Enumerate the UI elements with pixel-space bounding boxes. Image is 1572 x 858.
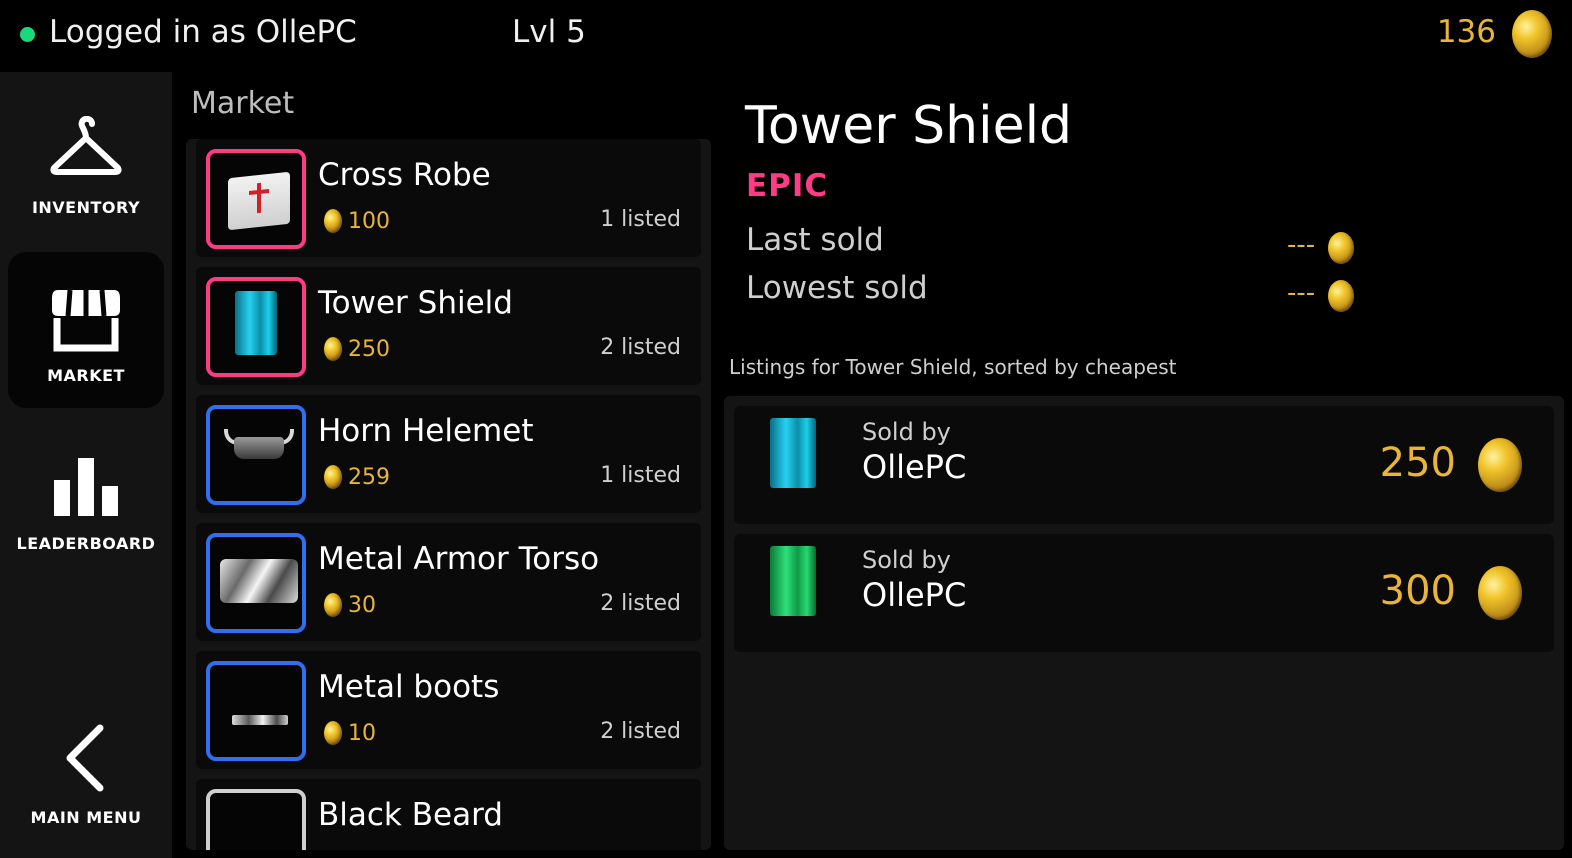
helmet-image xyxy=(224,429,294,459)
top-bar: Logged in as OllePC Lvl 5 136 xyxy=(0,0,1572,72)
item-name: Metal boots xyxy=(318,669,500,705)
listing-price: 250 xyxy=(1379,440,1456,486)
item-thumbnail xyxy=(206,661,306,761)
item-thumbnail xyxy=(206,789,306,850)
gold-coin-icon xyxy=(1478,566,1522,620)
nav-market-label: MARKET xyxy=(47,366,125,385)
selected-item-title: Tower Shield xyxy=(745,96,1073,156)
chevron-left-icon xyxy=(66,724,104,792)
item-name: Black Beard xyxy=(318,797,503,833)
item-price: 10 xyxy=(348,721,376,746)
gold-coin-icon xyxy=(324,593,342,617)
nav-market[interactable]: MARKET xyxy=(8,252,164,408)
item-listed-count: 2 listed xyxy=(600,335,681,360)
market-item-metal-boots[interactable]: Metal boots 10 2 listed xyxy=(196,651,701,769)
listing-price: 300 xyxy=(1379,568,1456,614)
market-item-black-beard[interactable]: Black Beard xyxy=(196,779,701,850)
item-price: 100 xyxy=(348,209,390,234)
gold-coin-icon xyxy=(324,337,342,361)
boots-image xyxy=(232,715,288,725)
sold-by-label: Sold by xyxy=(862,418,951,446)
sold-by-label: Sold by xyxy=(862,546,951,574)
item-listed-count: 2 listed xyxy=(600,591,681,616)
listing-row[interactable]: Sold by OllePC 300 xyxy=(734,534,1554,652)
item-thumbnail xyxy=(206,277,306,377)
seller-name: OllePC xyxy=(862,448,967,486)
gold-coin-icon xyxy=(1512,10,1552,58)
seller-name: OllePC xyxy=(862,576,967,614)
market-item-horn-helmet[interactable]: Horn Helemet 259 1 listed xyxy=(196,395,701,513)
online-status-icon xyxy=(20,27,35,42)
last-sold-value: --- xyxy=(1287,230,1316,260)
market-item-cross-robe[interactable]: Cross Robe 100 1 listed xyxy=(196,139,701,257)
nav-inventory[interactable]: INVENTORY xyxy=(8,84,164,240)
login-status-text: Logged in as OllePC xyxy=(49,14,357,50)
gold-balance: 136 xyxy=(1436,14,1496,50)
storefront-icon xyxy=(52,289,120,352)
market-item-tower-shield[interactable]: Tower Shield 250 2 listed xyxy=(196,267,701,385)
item-thumbnail xyxy=(206,405,306,505)
item-listed-count: 2 listed xyxy=(600,719,681,744)
lowest-sold-value: --- xyxy=(1287,278,1316,308)
torso-armor-image xyxy=(220,559,298,603)
gold-coin-icon xyxy=(1328,280,1354,312)
gold-coin-icon xyxy=(324,465,342,489)
gold-coin-icon xyxy=(1328,232,1354,264)
robe-image xyxy=(228,171,290,231)
item-name: Tower Shield xyxy=(318,285,513,321)
shield-image xyxy=(770,418,816,488)
listings-panel: Sold by OllePC 250 Sold by OllePC 300 xyxy=(724,396,1564,850)
market-heading: Market xyxy=(191,86,295,121)
nav-main-menu-label: MAIN MENU xyxy=(30,808,142,827)
shield-image xyxy=(235,291,277,355)
item-name: Horn Helemet xyxy=(318,413,534,449)
item-listed-count: 1 listed xyxy=(600,463,681,488)
listings-caption: Listings for Tower Shield, sorted by che… xyxy=(729,355,1177,379)
item-thumbnail xyxy=(206,149,306,249)
lowest-sold-label: Lowest sold xyxy=(746,270,928,306)
gold-coin-icon xyxy=(324,721,342,745)
bar-chart-icon xyxy=(54,458,118,516)
listing-row[interactable]: Sold by OllePC 250 xyxy=(734,406,1554,524)
item-listed-count: 1 listed xyxy=(600,207,681,232)
item-name: Metal Armor Torso xyxy=(318,541,600,577)
nav-leaderboard-label: LEADERBOARD xyxy=(16,534,156,553)
last-sold-label: Last sold xyxy=(746,222,884,258)
hanger-icon xyxy=(50,116,122,175)
item-price: 250 xyxy=(348,337,390,362)
shield-image xyxy=(770,546,816,616)
market-item-list[interactable]: Cross Robe 100 1 listed Tower Shield 250… xyxy=(186,139,711,850)
item-name: Cross Robe xyxy=(318,157,491,193)
market-item-metal-armor-torso[interactable]: Metal Armor Torso 30 2 listed xyxy=(196,523,701,641)
item-price: 30 xyxy=(348,593,376,618)
player-level: Lvl 5 xyxy=(512,14,586,50)
item-thumbnail xyxy=(206,533,306,633)
gold-coin-icon xyxy=(1478,438,1522,492)
item-price: 259 xyxy=(348,465,390,490)
rarity-label: EPIC xyxy=(746,168,829,204)
nav-main-menu[interactable]: MAIN MENU xyxy=(8,694,164,850)
sidebar: INVENTORY MARKET LEADERBOARD MAIN MENU xyxy=(0,72,172,858)
nav-leaderboard[interactable]: LEADERBOARD xyxy=(8,420,164,576)
nav-inventory-label: INVENTORY xyxy=(31,198,141,217)
gold-coin-icon xyxy=(324,209,342,233)
